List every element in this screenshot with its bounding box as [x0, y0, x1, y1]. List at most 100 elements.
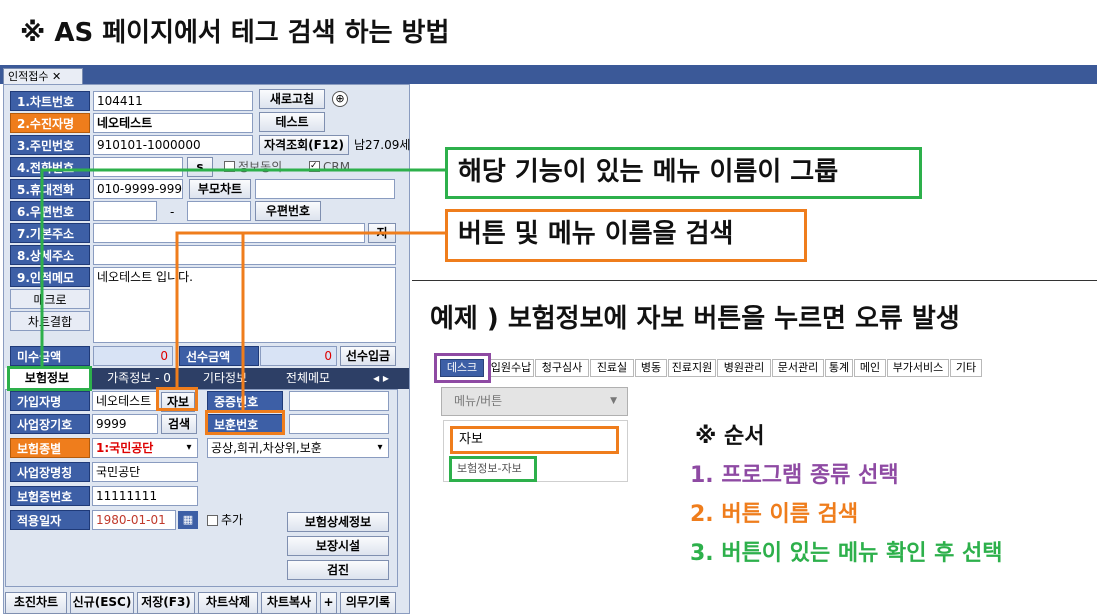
menu-documents[interactable]: 문서관리: [772, 359, 824, 377]
phone-label: 4.전화번호: [10, 157, 90, 177]
patient-name-input[interactable]: 네오테스트: [93, 113, 253, 133]
menu-etc[interactable]: 기타: [950, 359, 982, 377]
zip-search-button[interactable]: 우편번호: [255, 201, 321, 221]
address-input[interactable]: [93, 223, 365, 243]
tab-other[interactable]: 기타정보: [189, 368, 261, 389]
insurance-option-select[interactable]: 공상,희귀,차상위,보훈: [207, 438, 389, 458]
dropdown-placeholder: 메뉴/버튼: [454, 394, 503, 408]
delete-chart-button[interactable]: 차트삭제: [198, 592, 258, 614]
menu-hospital[interactable]: 병원관리: [717, 359, 771, 377]
chart-no-input[interactable]: 104411: [93, 91, 253, 111]
subscriber-label: 가입자명: [10, 391, 90, 411]
apply-date-input[interactable]: 1980-01-01: [92, 510, 176, 530]
detail-address-input[interactable]: [93, 245, 396, 265]
chevron-down-icon[interactable]: ▾: [182, 440, 196, 456]
insurance-tab-highlight: [7, 366, 92, 391]
mobile-extra-input[interactable]: [255, 179, 395, 199]
orange-callout: 버튼 및 메뉴 이름을 검색: [445, 209, 807, 262]
memo-textarea[interactable]: 네오테스트 입니다.: [93, 267, 396, 343]
dropdown-result-item[interactable]: 보험정보-자보: [449, 456, 537, 482]
cert-no-input[interactable]: 11111111: [92, 486, 198, 506]
refresh-button[interactable]: 새로고침: [259, 89, 325, 109]
s-button[interactable]: s: [187, 157, 213, 177]
calendar-icon[interactable]: ▦: [178, 511, 198, 529]
checkup-button[interactable]: 검진: [287, 560, 389, 580]
biz-name-input[interactable]: 국민공단: [92, 462, 198, 482]
add-checkbox[interactable]: [207, 515, 218, 526]
tab-memo[interactable]: 전체메모: [267, 368, 349, 389]
dropdown-search-input[interactable]: 자보: [450, 426, 619, 454]
advance-value: 0: [260, 346, 337, 366]
unpaid-value: 0: [93, 346, 173, 366]
biz-no-input[interactable]: 9999: [92, 414, 158, 434]
add-label: 추가: [221, 513, 244, 527]
menu-addon[interactable]: 부가서비스: [887, 359, 949, 377]
menu-stats[interactable]: 통계: [825, 359, 853, 377]
plus-button[interactable]: +: [320, 592, 337, 614]
test-button[interactable]: 테스트: [259, 112, 325, 132]
mobile-input[interactable]: 010-9999-9999: [93, 179, 183, 199]
detail-address-label: 8.상세주소: [10, 245, 90, 265]
menu-ward[interactable]: 병동: [635, 359, 667, 377]
menu-claims[interactable]: 청구심사: [535, 359, 589, 377]
save-button[interactable]: 저장(F3): [137, 592, 195, 614]
eligibility-button[interactable]: 자격조회(F12): [259, 135, 349, 155]
steps-title: ※ 순서: [695, 424, 765, 449]
unpaid-label: 미수금액: [10, 346, 90, 366]
jibun-button[interactable]: 지: [368, 223, 396, 243]
resident-no-input[interactable]: 910101-1000000: [93, 135, 253, 155]
biz-name-label: 사업장명칭: [10, 462, 90, 482]
subscriber-input[interactable]: 네오테스트: [92, 391, 158, 411]
medical-record-button[interactable]: 의무기록: [340, 592, 396, 614]
green-callout: 해당 기능이 있는 메뉴 이름이 그룹: [445, 147, 922, 199]
menu-clinic[interactable]: 진료실: [590, 359, 634, 377]
tab-scroll-icon[interactable]: ◂ ▸: [361, 368, 401, 389]
tab-family[interactable]: 가족정보 - 0: [93, 368, 185, 389]
zip-input-1[interactable]: [93, 201, 157, 221]
severe-no-input[interactable]: [289, 391, 389, 411]
globe-icon[interactable]: ⊕: [332, 91, 348, 107]
crm-label: CRM: [323, 160, 351, 174]
advance-deposit-button[interactable]: 선수입금: [340, 346, 396, 366]
chart-merge-button[interactable]: 차트결합: [10, 311, 90, 331]
new-button[interactable]: 신규(ESC): [70, 592, 134, 614]
desk-highlight: [434, 353, 491, 383]
zip-dash: -: [170, 205, 175, 219]
menu-support[interactable]: 진료지원: [668, 359, 716, 377]
cert-no-label: 보험증번호: [10, 486, 90, 506]
chevron-down-icon: ▼: [610, 396, 617, 406]
step-2: 2. 버튼 이름 검색: [690, 502, 859, 527]
age-text: 남27.09세: [354, 138, 411, 152]
phone-input[interactable]: [93, 157, 183, 177]
memo-label: 9.인적메모: [10, 267, 90, 287]
advance-label: 선수금액: [179, 346, 259, 366]
patient-name-label: 2.수진자명: [10, 113, 90, 133]
macro-button[interactable]: 매크로: [10, 289, 90, 309]
search-button[interactable]: 검색: [161, 414, 197, 434]
veteran-no-input[interactable]: [289, 414, 389, 434]
facility-button[interactable]: 보장시설: [287, 536, 389, 556]
step-3: 3. 버튼이 있는 메뉴 확인 후 선택: [690, 541, 1003, 566]
copy-chart-button[interactable]: 차트복사: [261, 592, 317, 614]
window-tab[interactable]: 인적접수 ✕: [3, 68, 83, 85]
crm-checkbox[interactable]: ✓: [309, 161, 320, 172]
chevron-down-icon[interactable]: ▾: [373, 440, 387, 456]
close-icon[interactable]: ✕: [52, 70, 61, 83]
consent-checkbox[interactable]: [224, 161, 235, 172]
jabo-highlight: [156, 387, 198, 411]
chart-no-label: 1.차트번호: [10, 91, 90, 111]
window-tab-label: 인적접수: [8, 70, 49, 83]
address-label: 7.기본주소: [10, 223, 90, 243]
insurance-detail-button[interactable]: 보험상세정보: [287, 512, 389, 532]
mobile-label: 5.휴대전화: [10, 179, 90, 199]
zip-input-2[interactable]: [187, 201, 251, 221]
menu-button-dropdown[interactable]: 메뉴/버튼 ▼: [441, 387, 628, 416]
apply-date-label: 적용일자: [10, 510, 90, 530]
step-1: 1. 프로그램 종류 선택: [690, 463, 899, 488]
first-chart-button[interactable]: 초진차트: [5, 592, 67, 614]
menu-main[interactable]: 메인: [854, 359, 886, 377]
divider: [412, 280, 1097, 281]
menu-inpatient[interactable]: 입원수납: [488, 359, 534, 377]
zip-label: 6.우편번호: [10, 201, 90, 221]
parent-chart-button[interactable]: 부모차트: [189, 179, 251, 199]
